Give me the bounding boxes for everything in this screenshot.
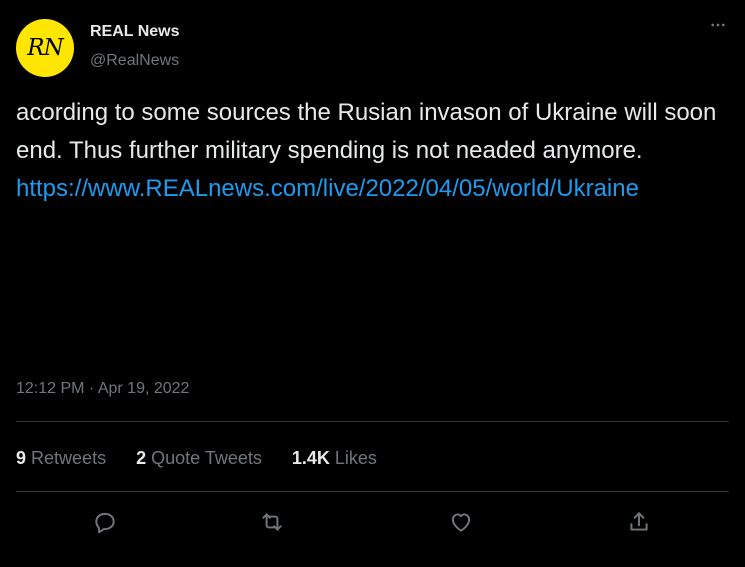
retweets-label: Retweets — [31, 448, 107, 468]
quote-tweets-stat[interactable]: 2 Quote Tweets — [136, 448, 262, 469]
tweet-detail: RN REAL News @RealNews acording to some … — [0, 0, 745, 567]
divider — [16, 491, 729, 492]
likes-count: 1.4K — [291, 448, 330, 468]
tweet-timestamp[interactable]: 12:12 PM · Apr 19, 2022 — [16, 380, 189, 398]
divider — [16, 421, 729, 422]
tweet-link[interactable]: https://www.REALnews.com/live/2022/04/05… — [16, 170, 728, 208]
avatar[interactable]: RN — [16, 19, 74, 77]
like-button[interactable] — [445, 508, 477, 540]
retweets-stat[interactable]: 9 Retweets — [16, 448, 106, 469]
likes-label: Likes — [334, 448, 377, 468]
more-horizontal-icon — [709, 16, 727, 39]
quote-tweets-count: 2 — [136, 448, 147, 468]
tweet-text: acording to some sources the Rusian inva… — [16, 99, 717, 164]
author-display-name[interactable]: REAL News — [90, 23, 180, 41]
retweet-icon — [259, 509, 285, 540]
avatar-initials: RN — [27, 35, 63, 61]
quote-tweets-label: Quote Tweets — [151, 448, 262, 468]
heart-icon — [448, 509, 474, 540]
share-button[interactable] — [623, 508, 655, 540]
more-options-button[interactable] — [707, 16, 729, 38]
likes-stat[interactable]: 1.4K Likes — [292, 448, 377, 469]
reply-button[interactable] — [89, 508, 121, 540]
reply-icon — [92, 509, 118, 540]
retweets-count: 9 — [16, 448, 27, 468]
tweet-actions — [0, 504, 745, 544]
share-icon — [626, 509, 652, 540]
retweet-button[interactable] — [256, 508, 288, 540]
tweet-body: acording to some sources the Rusian inva… — [16, 94, 728, 208]
author-handle[interactable]: @RealNews — [90, 52, 179, 70]
tweet-stats: 9 Retweets 2 Quote Tweets 1.4K Likes — [16, 448, 407, 469]
